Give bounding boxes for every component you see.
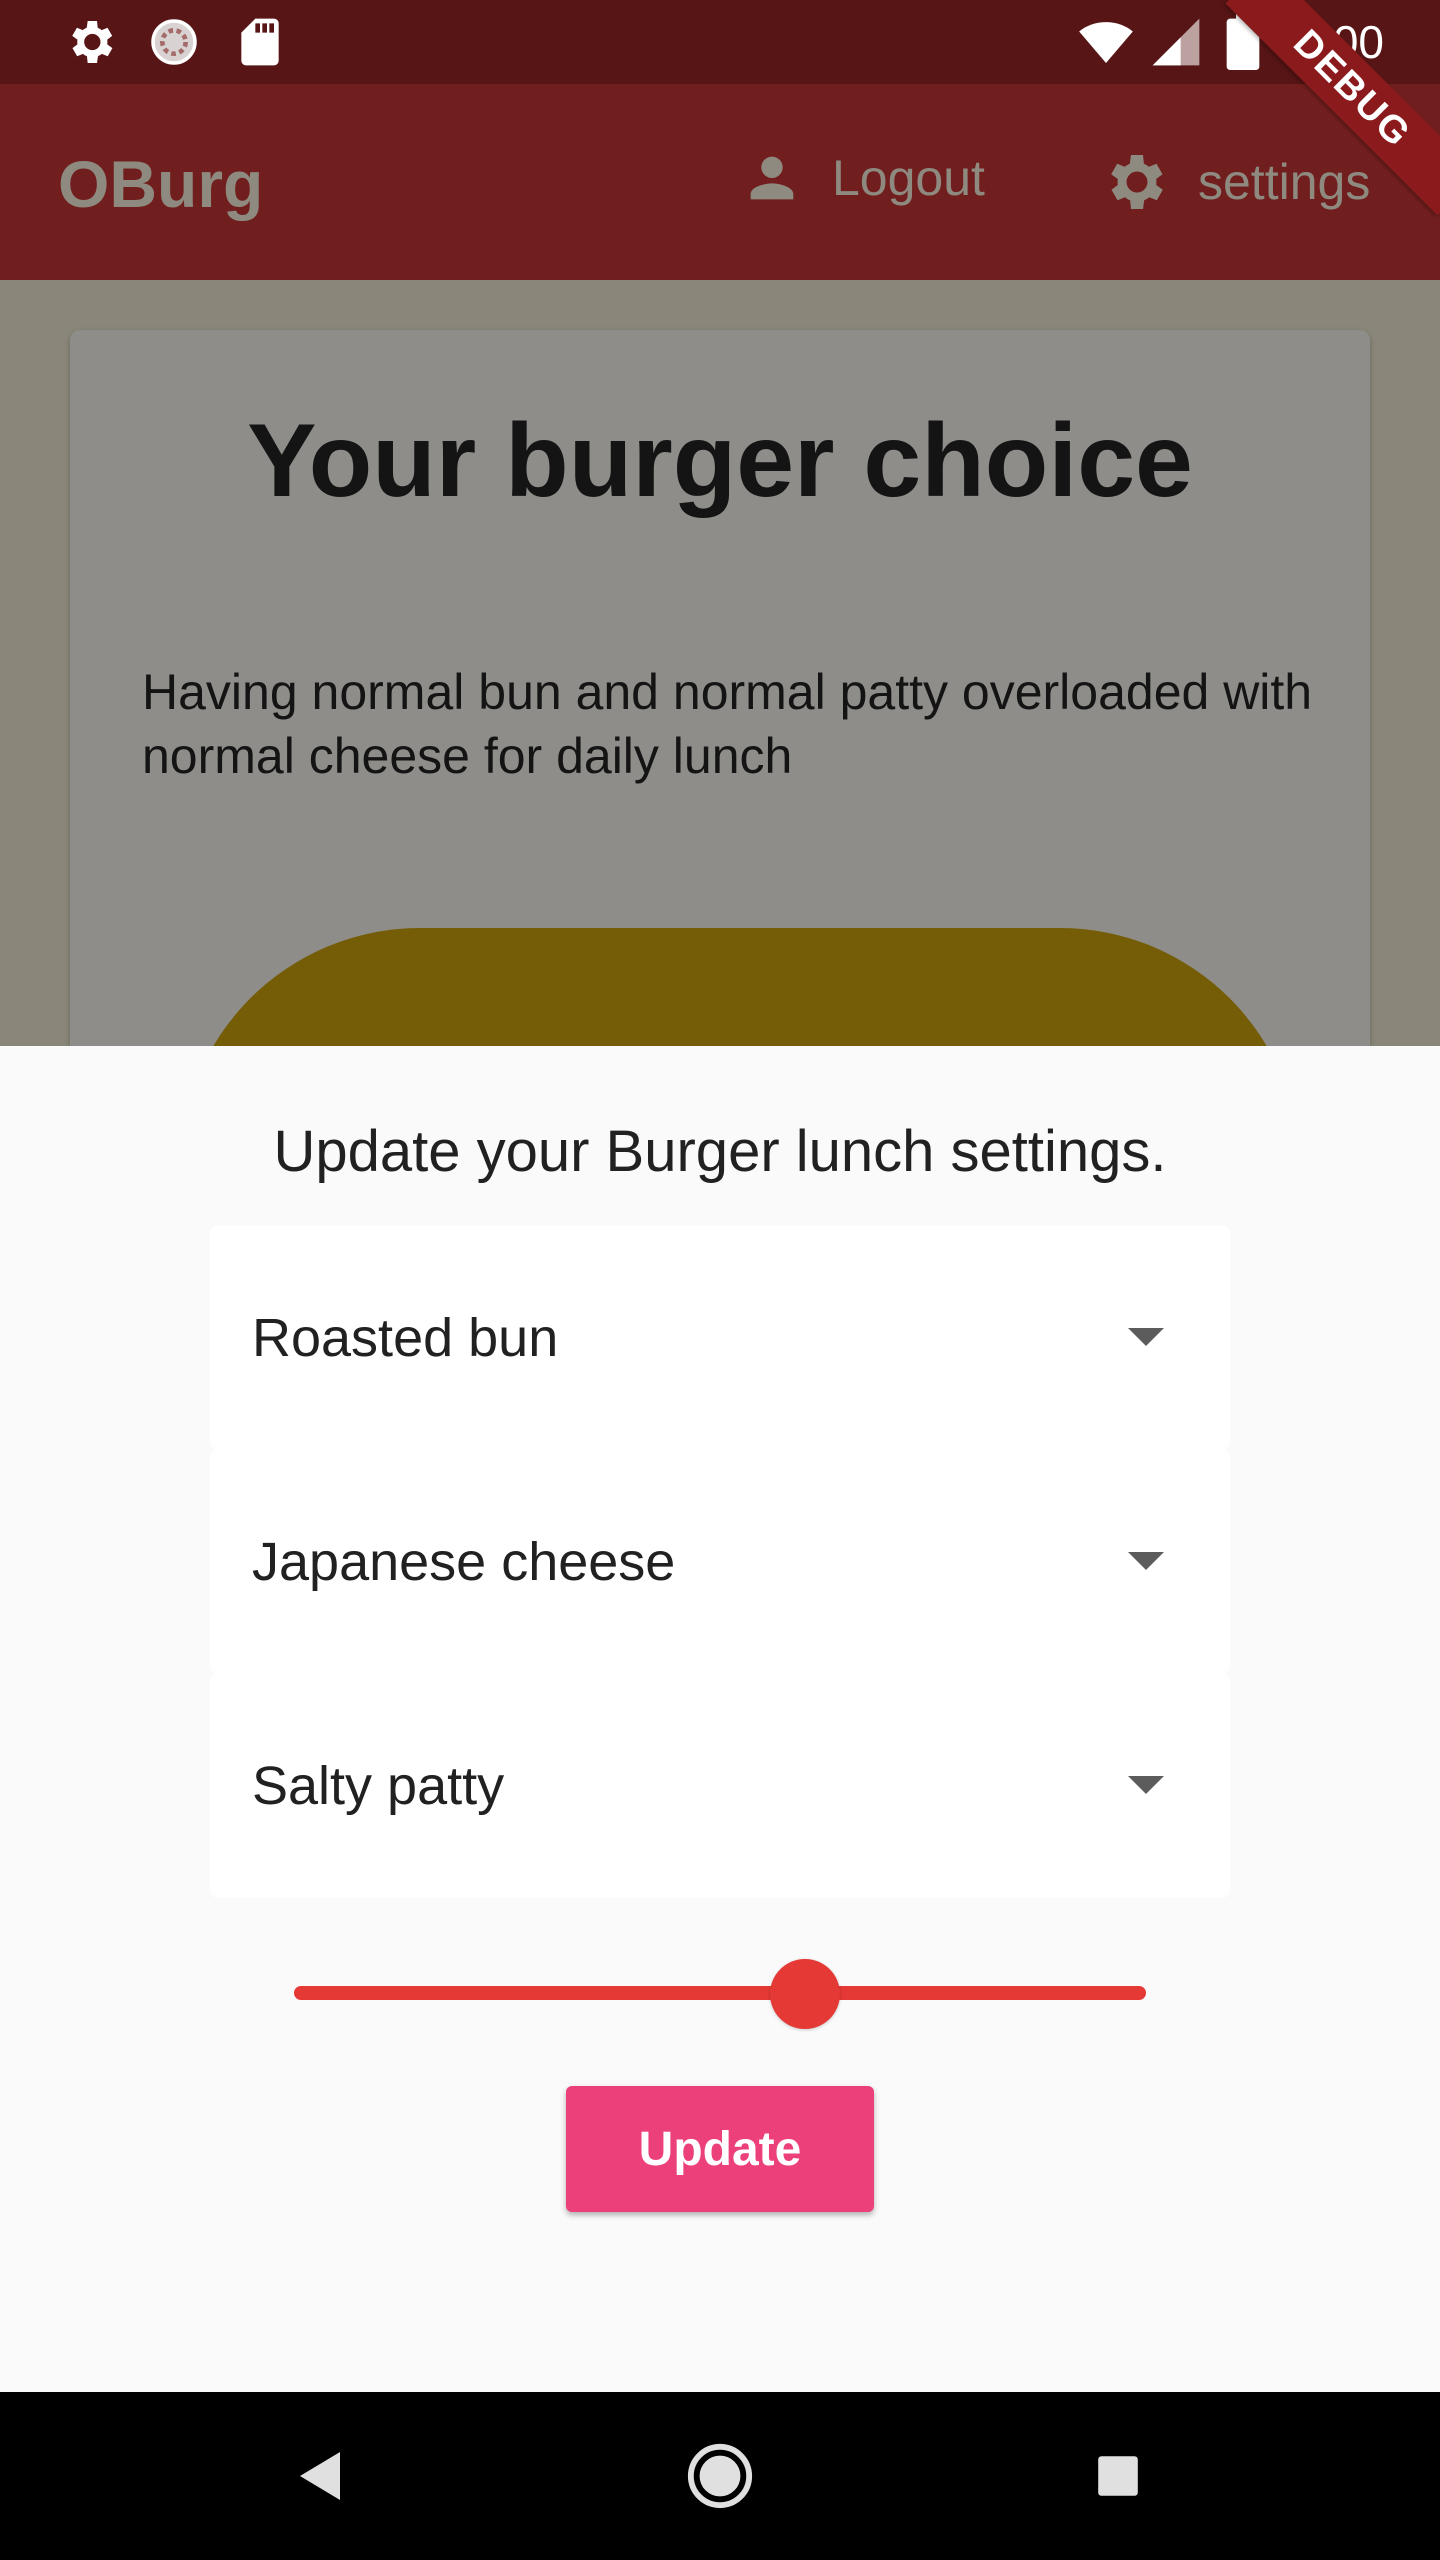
settings-label: settings <box>1198 154 1371 210</box>
settings-icon <box>72 21 113 63</box>
sheet-title: Update your Burger lunch settings. <box>273 1119 1167 1184</box>
caret-down-icon <box>1128 1552 1164 1570</box>
sd-card-icon <box>241 18 279 66</box>
logout-label: Logout <box>832 150 985 206</box>
settings-bottom-sheet: Update your Burger lunch settings. Roast… <box>0 1046 1440 2392</box>
home-circle-icon <box>687 2443 753 2509</box>
cheese-dropdown[interactable]: Japanese cheese <box>210 1450 1230 1674</box>
caret-down-icon <box>1128 1328 1164 1346</box>
slider-track[interactable] <box>294 1986 1146 2000</box>
slider-thumb[interactable] <box>770 1959 841 2029</box>
wifi-icon <box>1079 22 1133 63</box>
app-title: OBurg <box>58 147 264 221</box>
navigation-bar <box>0 2392 1440 2560</box>
signal-icon <box>1152 18 1200 66</box>
card-title: Your burger choice <box>247 403 1193 519</box>
caret-down-icon <box>1128 1776 1164 1794</box>
logout-button[interactable]: Logout <box>740 146 985 210</box>
burger-choice-card: Your burger choice Having normal bun and… <box>70 330 1370 1130</box>
card-description: Having normal bun and normal patty overl… <box>142 664 1313 784</box>
back-button[interactable] <box>240 2392 400 2560</box>
strength-slider[interactable] <box>290 1954 1150 2034</box>
app-bar: OBurg Logout settings <box>0 84 1440 280</box>
patty-dropdown[interactable]: Salty patty <box>210 1674 1230 1898</box>
gear-icon <box>1111 155 1163 209</box>
recents-button[interactable] <box>1038 2392 1198 2560</box>
person-icon <box>750 156 794 200</box>
dropdown-value: Salty patty <box>252 1756 505 1816</box>
home-button[interactable] <box>640 2392 800 2560</box>
status-bar: 1:00 <box>0 0 1440 84</box>
dropdown-value: Roasted bun <box>252 1308 559 1368</box>
settings-button[interactable]: settings <box>1098 146 1370 218</box>
dropdown-value: Japanese cheese <box>252 1532 676 1592</box>
sync-icon <box>151 19 197 65</box>
update-button[interactable]: Update <box>566 2086 874 2212</box>
bun-dropdown[interactable]: Roasted bun <box>210 1226 1230 1450</box>
back-triangle-icon <box>300 2452 340 2500</box>
recents-square-icon <box>1098 2456 1138 2496</box>
